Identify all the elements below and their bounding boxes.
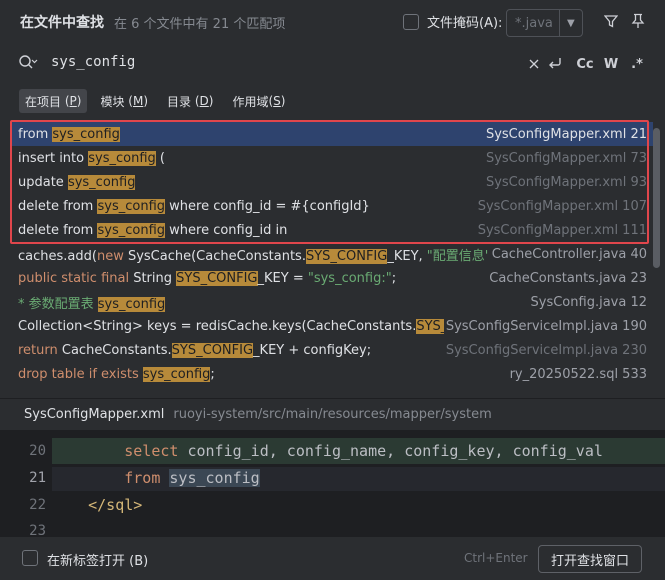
results-scrollbar[interactable] — [653, 128, 660, 268]
regex-newline-icon[interactable] — [545, 54, 565, 72]
result-file: ry_20250522.sql 533 — [509, 366, 647, 382]
result-file: CacheConstants.java 23 — [489, 270, 647, 286]
file-mask-toggle[interactable]: 文件掩码(A): — [403, 12, 502, 31]
shortcut-hint: Ctrl+Enter — [464, 551, 528, 565]
result-file: SysConfigServiceImpl.java 190 — [445, 318, 647, 334]
result-row[interactable]: drop table if exists sys_config; ry_2025… — [12, 362, 653, 386]
preview-file-name: SysConfigMapper.xml — [24, 407, 165, 422]
file-mask-value: *.java — [515, 15, 553, 31]
result-row[interactable]: * 参数配置表 sys_config SysConfig.java 12 — [12, 290, 653, 314]
file-mask-input[interactable]: *.java ▼ — [506, 9, 583, 37]
pin-icon[interactable] — [629, 12, 647, 30]
code-line: </sql> — [88, 496, 143, 514]
chevron-down-icon[interactable]: ▼ — [558, 10, 582, 36]
preview-header: SysConfigMapper.xml ruoyi-system/src/mai… — [0, 398, 665, 430]
result-file: CacheController.java 40 — [491, 246, 647, 262]
scope-project[interactable]: 在项目 (P) — [19, 89, 88, 113]
open-in-new-tab-checkbox[interactable] — [22, 550, 38, 566]
result-row[interactable]: public static final String SYS_CONFIG_KE… — [12, 266, 653, 290]
line-gutter: 20 21 22 23 — [0, 430, 52, 536]
search-input[interactable]: sys_config — [51, 54, 135, 70]
line-number: 23 — [29, 523, 46, 536]
scope-directory[interactable]: 目录 (D) — [161, 89, 219, 113]
result-file: SysConfig.java 12 — [530, 294, 647, 310]
dialog-footer: 在新标签打开 (B) Ctrl+Enter 打开查找窗口 — [0, 536, 665, 580]
scope-scope[interactable]: 作用域(S) — [226, 89, 291, 113]
code-line: select config_id, config_name, config_ke… — [124, 442, 603, 460]
search-history-icon[interactable] — [18, 54, 38, 72]
search-bar: sys_config — [0, 46, 665, 80]
file-mask-checkbox[interactable] — [403, 13, 419, 30]
whole-word-toggle[interactable]: W — [603, 55, 619, 73]
result-row[interactable]: Collection<String> keys = redisCache.key… — [12, 314, 653, 338]
annotation-highlight-box — [10, 120, 649, 244]
match-case-toggle[interactable]: Cc — [576, 55, 594, 73]
result-row[interactable]: caches.add(new SysCache(CacheConstants.S… — [12, 242, 653, 266]
file-mask-label: 文件掩码(A): — [427, 16, 503, 31]
line-number: 20 — [29, 443, 46, 459]
scope-tabs: 在项目 (P) 模块 (M) 目录 (D) 作用域(S) — [19, 89, 298, 113]
code-line: from sys_config — [124, 469, 260, 487]
open-in-new-tab-label: 在新标签打开 (B) — [47, 554, 149, 569]
open-find-window-button[interactable]: 打开查找窗口 — [538, 545, 642, 573]
result-row[interactable]: return CacheConstants.SYS_CONFIG_KEY + c… — [12, 338, 653, 362]
clear-icon[interactable] — [527, 55, 541, 73]
preview-file-path: ruoyi-system/src/main/resources/mapper/s… — [173, 407, 492, 422]
line-number: 22 — [29, 497, 46, 513]
regex-toggle[interactable]: .* — [629, 55, 645, 73]
scope-module[interactable]: 模块 (M) — [94, 89, 154, 113]
code-preview[interactable]: 20 21 22 23 select config_id, config_nam… — [0, 430, 665, 536]
dialog-title: 在文件中查找 — [20, 15, 104, 31]
filter-icon[interactable] — [602, 12, 620, 30]
result-file: SysConfigServiceImpl.java 230 — [445, 342, 647, 358]
match-count-subtitle: 在 6 个文件中有 21 个匹配项 — [114, 16, 286, 32]
line-number: 21 — [29, 470, 46, 486]
